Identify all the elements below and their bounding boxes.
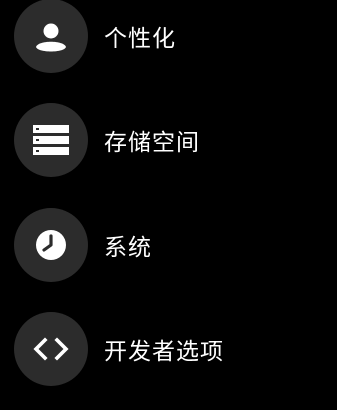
settings-item-label: 存储空间 xyxy=(104,130,200,156)
settings-item-label: 系统 xyxy=(104,235,152,261)
code-icon xyxy=(14,312,88,386)
settings-item-storage[interactable]: 存储空间 xyxy=(14,102,200,178)
settings-list: 个性化 存储空间 系统 开发者选项 xyxy=(0,0,337,410)
settings-item-developer-options[interactable]: 开发者选项 xyxy=(14,311,224,387)
person-icon xyxy=(14,0,88,73)
settings-item-label: 开发者选项 xyxy=(104,339,224,365)
settings-item-system[interactable]: 系统 xyxy=(14,207,152,283)
clock-icon xyxy=(14,208,88,282)
storage-icon xyxy=(14,103,88,177)
settings-item-personalization[interactable]: 个性化 xyxy=(14,0,176,74)
settings-item-label: 个性化 xyxy=(104,26,176,52)
